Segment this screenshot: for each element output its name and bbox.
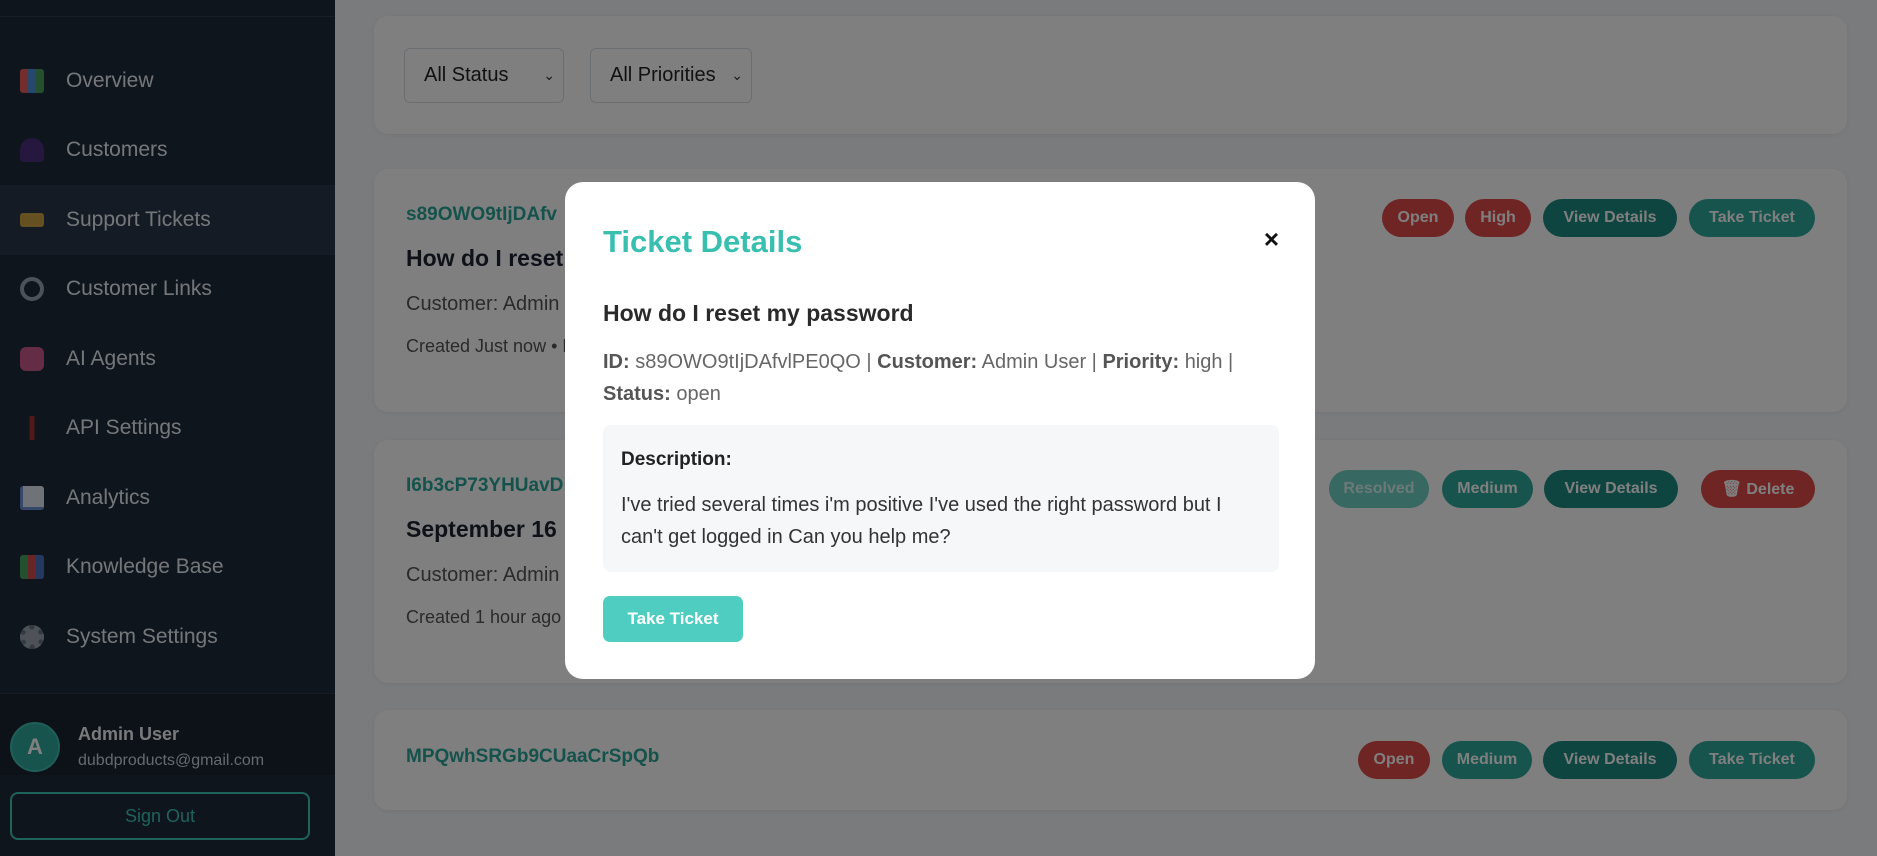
customer-value: Admin User bbox=[981, 351, 1087, 373]
description-label: Description: bbox=[621, 449, 732, 470]
take-ticket-button[interactable]: Take Ticket bbox=[603, 596, 743, 642]
description-text: I've tried several times i'm positive I'… bbox=[621, 494, 1222, 548]
status-label: Status: bbox=[603, 383, 671, 405]
ticket-meta: ID: s89OWO9tIjDAfvlPE0QO | Customer: Adm… bbox=[603, 351, 1234, 405]
modal-title: Ticket Details bbox=[603, 224, 803, 259]
id-label: ID: bbox=[603, 351, 630, 373]
priority-label: Priority: bbox=[1102, 351, 1180, 373]
customer-label: Customer: bbox=[877, 351, 978, 373]
ticket-subject: How do I reset my password bbox=[603, 300, 914, 326]
close-icon[interactable]: × bbox=[1264, 226, 1279, 252]
status-value: open bbox=[676, 383, 721, 405]
priority-value: high bbox=[1184, 351, 1223, 373]
id-value: s89OWO9tIjDAfvlPE0QO bbox=[635, 351, 861, 373]
ticket-details-modal: Ticket Details × How do I reset my passw… bbox=[565, 182, 1315, 679]
description-box: Description: I've tried several times i'… bbox=[603, 425, 1279, 572]
